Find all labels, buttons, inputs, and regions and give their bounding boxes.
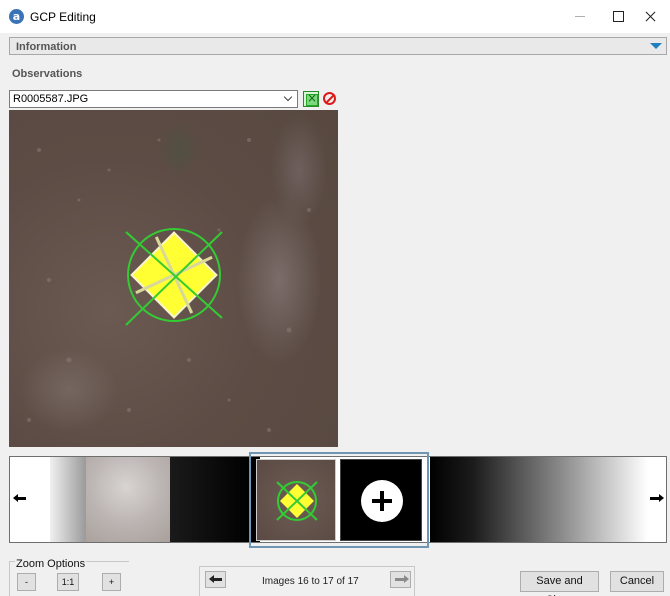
- zoom-out-button[interactable]: -: [17, 573, 36, 591]
- expand-triangle-icon[interactable]: [650, 43, 662, 49]
- title-bar: a GCP Editing: [0, 0, 670, 33]
- add-image-thumbnail[interactable]: [340, 459, 422, 541]
- thumbnail-marker: [276, 481, 318, 521]
- reject-observation-button[interactable]: [323, 92, 336, 105]
- selected-image-value: R0005587.JPG: [13, 93, 89, 105]
- arrow-right-icon: [659, 494, 664, 502]
- strip-scroll-right-button[interactable]: [650, 492, 664, 506]
- arrow-right-icon: [404, 575, 409, 583]
- image-range-status: Images 16 to 17 of 17: [262, 576, 359, 587]
- window-title: GCP Editing: [30, 10, 96, 24]
- close-button[interactable]: [632, 0, 670, 33]
- previous-images-button[interactable]: [205, 571, 226, 588]
- image-select[interactable]: R0005587.JPG: [9, 90, 298, 108]
- app-logo-icon: a: [9, 9, 24, 24]
- image-overlay: [27, 138, 311, 432]
- plus-icon[interactable]: [361, 480, 403, 522]
- thumbnail-faded[interactable]: [430, 457, 648, 542]
- information-label: Information: [16, 41, 77, 53]
- minimize-button[interactable]: [560, 0, 600, 33]
- zoom-in-button[interactable]: +: [102, 573, 121, 591]
- cancel-button[interactable]: Cancel: [610, 571, 664, 592]
- strip-scroll-left-button[interactable]: [13, 492, 27, 506]
- chevron-down-icon[interactable]: [283, 92, 293, 102]
- thumbnail-faded[interactable]: [50, 457, 86, 542]
- accept-observation-button[interactable]: [303, 91, 319, 107]
- observations-label: Observations: [12, 68, 83, 80]
- next-images-button[interactable]: [390, 571, 411, 588]
- image-viewer[interactable]: [9, 110, 338, 447]
- zoom-options-label: Zoom Options: [15, 558, 87, 570]
- thumbnail-current[interactable]: [256, 459, 336, 541]
- information-panel-header[interactable]: Information: [9, 37, 667, 55]
- thumbnail-image[interactable]: [86, 457, 170, 542]
- zoom-actual-size-button[interactable]: 1:1: [57, 573, 79, 591]
- thumbnail-image[interactable]: [170, 457, 250, 542]
- save-and-close-button[interactable]: Save and Close: [520, 571, 599, 596]
